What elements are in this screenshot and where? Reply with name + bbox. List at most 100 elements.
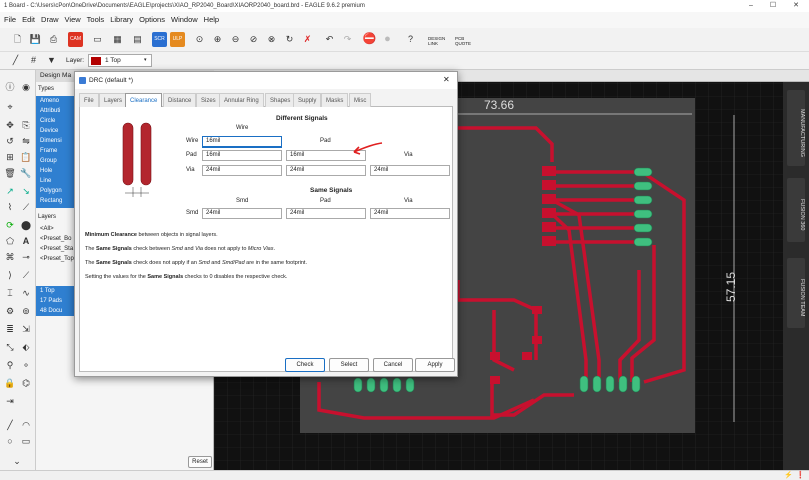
wire-style-icon[interactable]: ╱: [8, 53, 23, 68]
list-item[interactable]: Polygon: [36, 186, 76, 196]
tab-supply[interactable]: Supply: [293, 93, 322, 107]
list-item[interactable]: 17 Pads: [36, 296, 76, 306]
wire-wire-input[interactable]: 16mil: [202, 136, 282, 147]
info-icon[interactable]: ⓘ: [3, 80, 17, 94]
signal-icon[interactable]: ⊸: [19, 250, 33, 264]
menu-view[interactable]: View: [62, 12, 84, 28]
name-icon[interactable]: ≣: [3, 322, 17, 336]
design-link-button[interactable]: DESIGN LINK: [428, 36, 450, 46]
dimension-icon[interactable]: ⬖: [19, 340, 33, 354]
ulp-icon[interactable]: ▤: [130, 32, 145, 47]
list-item[interactable]: Group: [36, 156, 76, 166]
schematic-icon[interactable]: ▦: [110, 32, 125, 47]
list-item[interactable]: Circle: [36, 116, 76, 126]
list-item[interactable]: Line: [36, 176, 76, 186]
menu-tools[interactable]: Tools: [84, 12, 108, 28]
delete-icon[interactable]: 🗑: [3, 166, 17, 180]
cancel-button[interactable]: Cancel: [373, 358, 413, 372]
pcb-quote-button[interactable]: PCB QUOTE: [455, 36, 477, 46]
menu-library[interactable]: Library: [107, 12, 136, 28]
types-list[interactable]: Ameno Attributi Circle Device Dimensi Fr…: [36, 96, 76, 208]
list-item[interactable]: 1 Top: [36, 286, 76, 296]
maximize-icon[interactable]: ☐: [762, 0, 784, 12]
move-icon[interactable]: ✥: [3, 118, 17, 132]
fusion-team-button[interactable]: FUSION TEAM: [787, 258, 805, 328]
meander-icon[interactable]: ⌶: [3, 286, 17, 300]
list-item[interactable]: Dimensi: [36, 136, 76, 146]
go-icon[interactable]: ●: [380, 32, 395, 47]
grid-icon[interactable]: #: [26, 53, 41, 68]
group-icon[interactable]: ⊞: [3, 150, 17, 164]
drc-icon[interactable]: ⌬: [19, 376, 33, 390]
zoom-area-icon[interactable]: ⊗: [264, 32, 279, 47]
paste-icon[interactable]: 📋: [19, 150, 33, 164]
miter-icon[interactable]: ⟋: [19, 200, 33, 214]
list-item[interactable]: Ameno: [36, 96, 76, 106]
net-icon[interactable]: ⌘: [3, 250, 17, 264]
stop-icon[interactable]: ⛔: [362, 32, 377, 47]
reset-button[interactable]: Reset: [188, 456, 212, 468]
rotate-icon[interactable]: ↺: [3, 134, 17, 148]
pin-icon[interactable]: ⚬: [19, 358, 33, 372]
select-button[interactable]: Select: [329, 358, 369, 372]
redo-icon[interactable]: ↷: [340, 32, 355, 47]
undo-icon[interactable]: ↶: [322, 32, 337, 47]
zoom-fit-icon[interactable]: ⊙: [192, 32, 207, 47]
zoom-out-icon[interactable]: ⊖: [228, 32, 243, 47]
fusion360-button[interactable]: FUSION 360: [787, 178, 805, 242]
minimize-icon[interactable]: –: [740, 0, 762, 12]
menu-window[interactable]: Window: [168, 12, 201, 28]
zoom-select-icon[interactable]: ⊘: [246, 32, 261, 47]
tab-clearance[interactable]: Clearance: [125, 93, 163, 108]
menu-file[interactable]: File: [0, 12, 19, 28]
tab-distance[interactable]: Distance: [163, 93, 197, 107]
ulp-run-icon[interactable]: ULP: [170, 32, 185, 47]
ruler-icon[interactable]: ⤡: [3, 340, 17, 354]
cancel-command-icon[interactable]: ✗: [300, 32, 315, 47]
list-item[interactable]: Attributi: [36, 106, 76, 116]
smash-icon[interactable]: ⊚: [19, 304, 33, 318]
layer-select[interactable]: 1 Top ▾: [88, 54, 152, 67]
tab-shapes[interactable]: Shapes: [265, 93, 296, 107]
split-icon[interactable]: ⌇: [3, 200, 17, 214]
new-icon[interactable]: 🗋: [10, 32, 25, 47]
apply-button[interactable]: Apply: [415, 358, 455, 372]
tab-file[interactable]: File: [79, 93, 99, 107]
alert-icon[interactable]: ❗: [796, 471, 805, 479]
hole-icon[interactable]: ⚲: [3, 358, 17, 372]
attribute-icon[interactable]: ⚙: [3, 304, 17, 318]
menu-options[interactable]: Options: [136, 12, 168, 28]
help-icon[interactable]: ?: [403, 32, 418, 47]
circle-icon[interactable]: ○: [3, 434, 17, 448]
smd-pad-input[interactable]: 24mil: [286, 208, 366, 219]
board-icon[interactable]: ▭: [90, 32, 105, 47]
layer-presets-list[interactable]: <All> <Preset_Bo <Preset_Sta <Preset_Top: [36, 224, 76, 264]
smd-smd-input[interactable]: 24mil: [202, 208, 282, 219]
line-icon[interactable]: ⟋: [19, 268, 33, 282]
dialog-close-icon[interactable]: ✕: [443, 75, 450, 84]
via-icon[interactable]: ⬤: [19, 218, 33, 232]
close-icon[interactable]: ✕: [785, 0, 807, 12]
filter-icon[interactable]: ▼: [44, 53, 59, 68]
list-item[interactable]: <Preset_Bo: [36, 234, 76, 244]
print-icon[interactable]: ⎙: [46, 32, 61, 47]
arc-icon[interactable]: ◠: [19, 418, 33, 432]
layers-list[interactable]: 1 Top 17 Pads 48 Docu: [36, 286, 76, 316]
mirror-icon[interactable]: ⇋: [19, 134, 33, 148]
polygon-icon[interactable]: ⬠: [3, 234, 17, 248]
tab-layers[interactable]: Layers: [99, 93, 128, 107]
manufacturing-button[interactable]: MANUFACTURING: [787, 90, 805, 166]
tab-masks[interactable]: Masks: [321, 93, 349, 107]
change-icon[interactable]: 🔧: [19, 166, 33, 180]
ripup-icon[interactable]: ↘: [19, 184, 33, 198]
smd-via-input[interactable]: 24mil: [370, 208, 450, 219]
list-item[interactable]: Frame: [36, 146, 76, 156]
wire-icon[interactable]: ╱: [3, 418, 17, 432]
via-via-input[interactable]: 24mil: [370, 165, 450, 176]
cam-icon[interactable]: CAM: [68, 32, 83, 47]
mark-icon[interactable]: ⌖: [3, 100, 17, 114]
list-item[interactable]: <Preset_Top: [36, 254, 76, 264]
menu-edit[interactable]: Edit: [19, 12, 38, 28]
ratsnest-icon[interactable]: ⟳: [3, 218, 17, 232]
show-icon[interactable]: ◉: [19, 80, 33, 94]
